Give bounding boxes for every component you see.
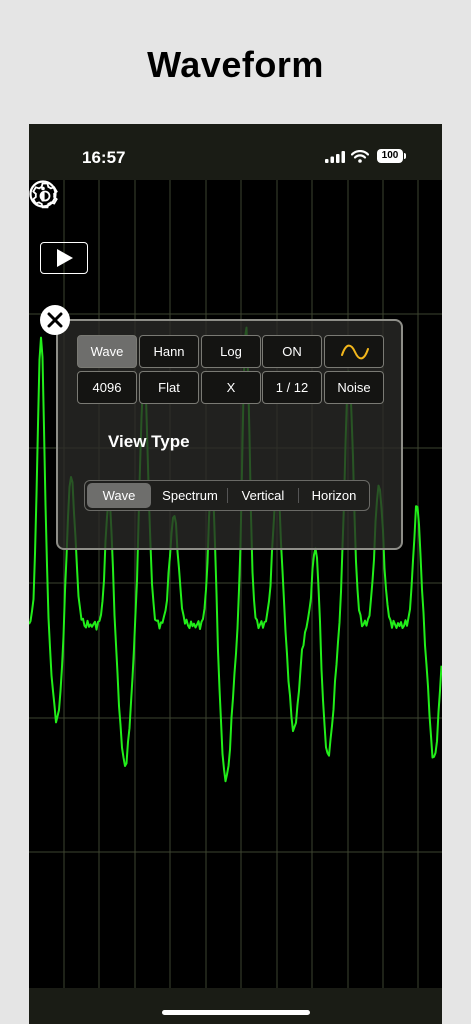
play-icon — [57, 249, 73, 267]
toggle-on-button[interactable]: ON — [262, 335, 322, 368]
home-indicator[interactable] — [162, 1010, 310, 1015]
window-view-button[interactable]: Wave — [77, 335, 137, 368]
axis-button[interactable]: X — [201, 371, 261, 404]
scale-button[interactable]: Log — [201, 335, 261, 368]
noise-button[interactable]: Noise — [324, 371, 384, 404]
wifi-icon — [351, 150, 369, 163]
segment-vertical[interactable]: Vertical — [228, 483, 298, 508]
view-type-label: View Type — [108, 432, 190, 451]
segment-wave[interactable]: Wave — [87, 483, 151, 508]
battery-tip — [404, 153, 406, 159]
battery-indicator: 100 — [377, 149, 403, 163]
status-bar: 16:57 100 — [29, 124, 442, 180]
waveform-scope[interactable]: Wave Hann Log ON 4096 Flat X 1 / 12 Nois… — [29, 180, 442, 988]
status-time: 16:57 — [82, 148, 126, 167]
segment-horizon[interactable]: Horizon — [299, 483, 369, 508]
close-icon — [47, 312, 63, 328]
fft-size-button[interactable]: 4096 — [77, 371, 137, 404]
close-panel-button[interactable] — [40, 305, 70, 335]
page-headline: Waveform — [147, 44, 324, 85]
cellular-signal-icon — [325, 151, 345, 163]
segment-spectrum[interactable]: Spectrum — [153, 483, 227, 508]
sine-wave-icon — [341, 344, 369, 360]
scope-canvas — [29, 180, 442, 988]
weighting-button[interactable]: Flat — [139, 371, 199, 404]
phone-screen: 16:57 100 Wave Hann Log ON 4096 Flat X 1… — [29, 124, 442, 1024]
window-function-button[interactable]: Hann — [139, 335, 199, 368]
info-icon[interactable] — [29, 180, 57, 208]
bottom-bar — [29, 988, 442, 1024]
signal-shape-button[interactable] — [324, 335, 384, 368]
scope-grid — [29, 180, 442, 988]
view-type-segmented-control: Wave Spectrum Vertical Horizon — [84, 480, 370, 511]
play-button[interactable] — [40, 242, 88, 274]
octave-button[interactable]: 1 / 12 — [262, 371, 322, 404]
settings-panel: Wave Hann Log ON 4096 Flat X 1 / 12 Nois… — [56, 319, 403, 550]
